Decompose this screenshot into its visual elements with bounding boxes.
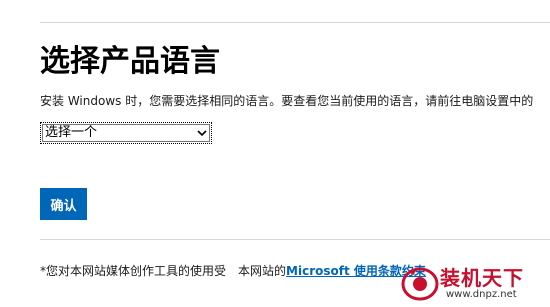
footer-note-prefix: *您对本网站媒体创作工具的使用受 [40,264,227,278]
bottom-divider [40,239,550,240]
language-select[interactable]: 选择一个 [40,122,212,144]
page-title: 选择产品语言 [40,44,220,79]
terms-of-use-link[interactable]: Microsoft 使用条款 [286,264,402,278]
footer-note-middle: 本网站的 [238,264,287,278]
footer-note: *您对本网站媒体创作工具的使用受 本网站的Microsoft 使用条款约束 [40,263,426,279]
instruction-text: 安装 Windows 时，您需要选择相同的语言。要查看您当前使用的语言，请前往电… [40,94,534,108]
confirm-button[interactable]: 确认 [40,188,87,220]
footer-note-suffix: 约束 [401,264,426,278]
chevron-down-icon [197,128,207,138]
top-divider [40,22,550,23]
language-select-value: 选择一个 [45,125,98,140]
watermark-url: www.dnpz.net [446,289,517,300]
watermark-brand: 装机天下 [440,266,524,290]
